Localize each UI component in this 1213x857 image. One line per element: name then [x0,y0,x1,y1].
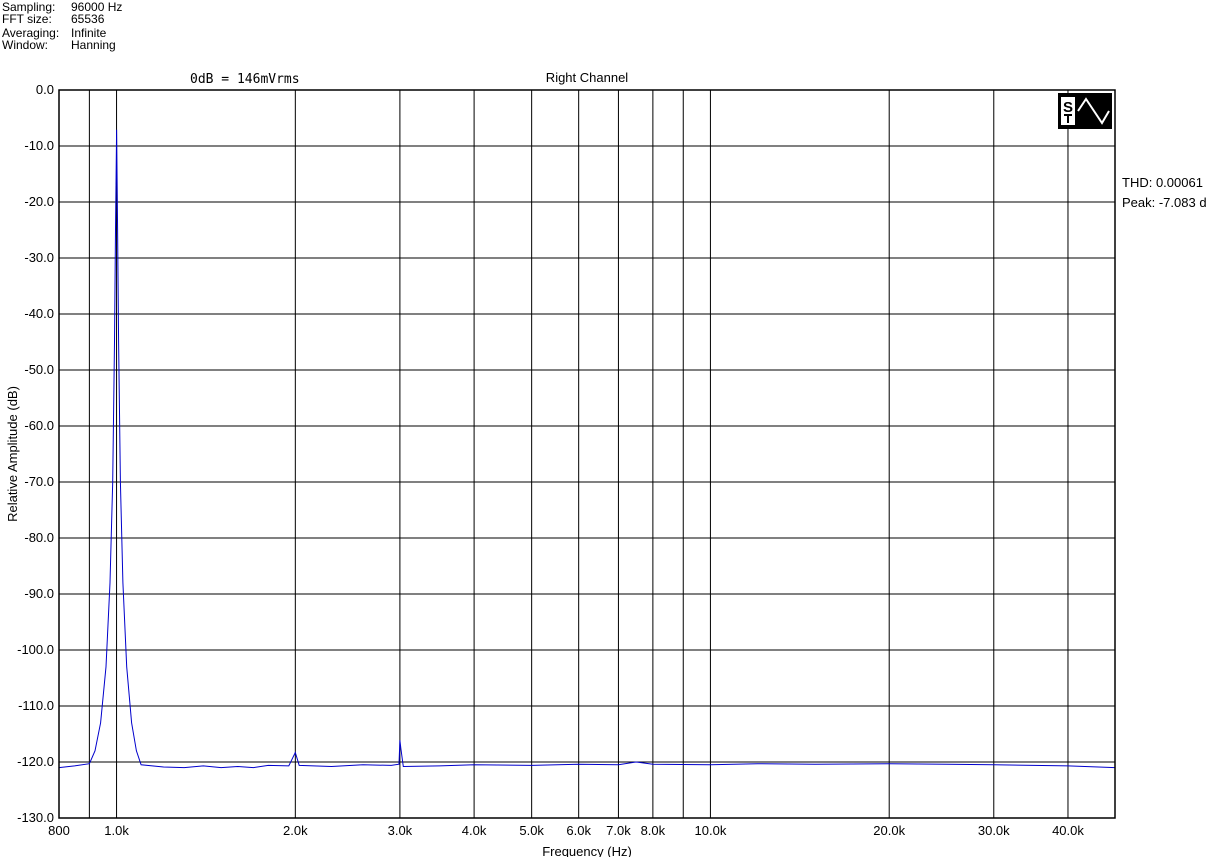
y-tick-label: -80.0 [24,530,54,545]
y-tick-label: -10.0 [24,138,54,153]
y-tick-label: -60.0 [24,418,54,433]
fft-chart: 800 1.0k 2.0k 3.0k 4.0k 5.0k 6.0k 7.0k 8.0k 10.0k… [5,82,1116,857]
x-tick-label: 4.0k [462,823,487,838]
y-tick-label: -50.0 [24,362,54,377]
y-tick-label: -30.0 [24,250,54,265]
y-tick-label: 0.0 [36,82,54,97]
y-axis-label: Relative Amplitude (dB) [5,386,20,522]
plot-frame [58,89,1116,819]
spectrum-trace [58,129,1116,769]
y-tick-label: -40.0 [24,306,54,321]
y-tick-label: -90.0 [24,586,54,601]
grid-lines [58,89,1115,819]
x-tick-label: 5.0k [519,823,544,838]
y-tick-label: -130.0 [17,810,54,825]
y-tick-label: -100.0 [17,642,54,657]
y-tick-label: -110.0 [18,698,54,713]
x-tick-label: 10.0k [695,823,727,838]
y-tick-label: -70.0 [24,474,54,489]
peak-readout: Peak: -7.083 d [1122,195,1207,210]
x-tick-label: 7.0k [606,823,631,838]
x-axis-label: Frequency (Hz) [542,844,632,857]
y-tick-labels: 0.0 -10.0 -20.0 -30.0 -40.0 -50.0 -60.0 -70.0 -8… [17,82,54,825]
x-tick-label: 1.0k [104,823,129,838]
x-tick-label: 3.0k [388,823,413,838]
y-tick-label: -20.0 [24,194,54,209]
x-tick-label: 40.0k [1052,823,1084,838]
x-tick-label: 2.0k [283,823,308,838]
svg-text:S: S [1063,99,1073,116]
thd-readout: THD: 0.00061 [1122,175,1203,190]
sa-sine-logo-icon: S [1058,93,1112,129]
x-tick-label: 20.0k [873,823,905,838]
x-tick-label: 800 [48,823,70,838]
x-tick-label: 30.0k [978,823,1010,838]
x-tick-label: 8.0k [641,823,666,838]
y-tick-label: -120.0 [17,754,54,769]
x-tick-label: 6.0k [566,823,591,838]
x-tick-labels: 800 1.0k 2.0k 3.0k 4.0k 5.0k 6.0k 7.0k 8.0k 10.0k… [48,823,1084,838]
